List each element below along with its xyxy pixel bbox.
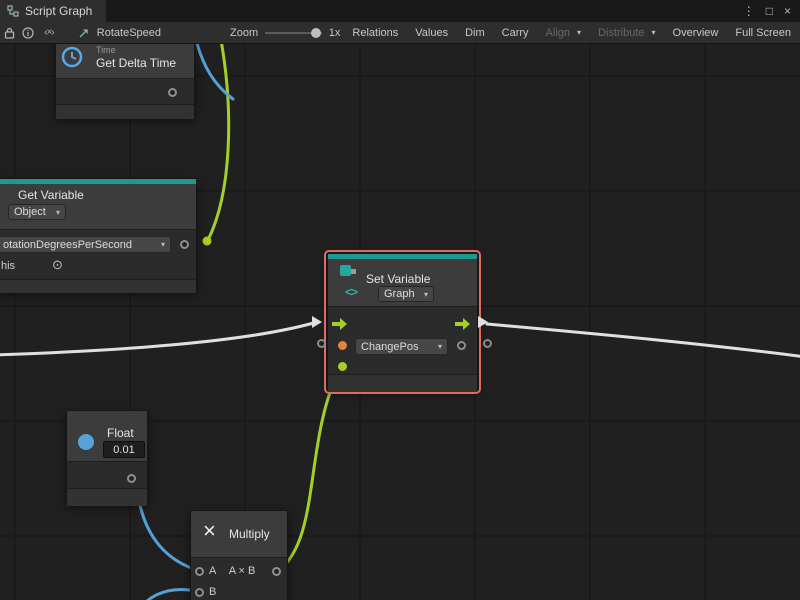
flow-out-connector[interactable] bbox=[478, 316, 488, 328]
zoom-label: Zoom bbox=[230, 27, 258, 39]
output-port[interactable] bbox=[168, 88, 177, 97]
graph-name-label: RotateSpeed bbox=[97, 27, 161, 39]
node-kicker: Time bbox=[96, 45, 116, 55]
fullscreen-button[interactable]: Full Screen bbox=[730, 22, 796, 43]
input-port-b[interactable] bbox=[195, 588, 204, 597]
dim-button[interactable]: Dim bbox=[460, 22, 490, 43]
align-button: Align ▾ bbox=[541, 22, 586, 43]
node-multiply[interactable]: × Multiply A A × B B bbox=[190, 510, 288, 600]
name-port[interactable] bbox=[180, 240, 189, 249]
variable-scope-dropdown[interactable]: Graph ▾ bbox=[378, 286, 434, 302]
maximize-icon[interactable]: □ bbox=[766, 4, 773, 18]
info-icon[interactable] bbox=[22, 27, 34, 39]
tab-script-graph[interactable]: Script Graph bbox=[0, 0, 106, 22]
unconnected-port-left[interactable] bbox=[317, 339, 326, 348]
unconnected-port-right[interactable] bbox=[483, 339, 492, 348]
node-title: Set Variable bbox=[366, 272, 430, 286]
input-b-label: B bbox=[209, 586, 216, 598]
wire-to-multiply-b[interactable] bbox=[146, 589, 195, 600]
node-title: Get Variable bbox=[18, 188, 84, 202]
variable-icon bbox=[339, 263, 359, 281]
connection-values-icon[interactable]: ‹×› bbox=[41, 27, 57, 38]
graph-asset-icon bbox=[78, 27, 90, 39]
input-a-label: A bbox=[209, 565, 216, 577]
node-get-delta-time[interactable]: Time Get Delta Time bbox=[55, 44, 195, 118]
wire-endpoint-green[interactable] bbox=[203, 237, 212, 246]
node-title: Get Delta Time bbox=[96, 56, 176, 70]
node-title: Float bbox=[107, 426, 134, 440]
zoom-value: 1x bbox=[329, 27, 341, 39]
flow-in-arrow-icon[interactable] bbox=[332, 318, 347, 330]
kebab-menu-icon[interactable]: ⋮ bbox=[743, 4, 755, 18]
zoom-slider-knob[interactable] bbox=[311, 28, 321, 38]
variable-name-dropdown[interactable]: ChangePos ▾ bbox=[355, 338, 448, 355]
node-title: Multiply bbox=[229, 527, 270, 541]
wire-flow-left[interactable] bbox=[0, 322, 317, 355]
window-tab-bar: Script Graph ⋮ □ × bbox=[0, 0, 800, 22]
value-output-port[interactable] bbox=[457, 341, 466, 350]
code-angle-icon: <> bbox=[345, 285, 357, 299]
values-button[interactable]: Values bbox=[410, 22, 453, 43]
caret-down-icon: ▾ bbox=[56, 208, 60, 217]
caret-down-icon: ▾ bbox=[161, 240, 165, 249]
script-graph-icon bbox=[7, 5, 19, 17]
connected-value-port[interactable] bbox=[338, 362, 347, 371]
clock-icon bbox=[60, 45, 84, 69]
node-set-variable[interactable]: <> Set Variable Graph ▾ ChangePos ▾ bbox=[327, 253, 478, 391]
caret-down-icon: ▾ bbox=[652, 28, 656, 37]
caret-down-icon: ▾ bbox=[424, 290, 428, 299]
tab-title: Script Graph bbox=[25, 4, 92, 18]
caret-down-icon: ▾ bbox=[577, 28, 581, 37]
close-icon[interactable]: × bbox=[784, 4, 791, 18]
flow-in-connector[interactable] bbox=[312, 316, 322, 328]
input-port-a[interactable] bbox=[195, 567, 204, 576]
graph-canvas[interactable]: Time Get Delta Time Get Variable Object … bbox=[0, 44, 800, 600]
output-port[interactable] bbox=[272, 567, 281, 576]
variable-scope-dropdown[interactable]: Object ▾ bbox=[8, 204, 66, 220]
variable-name-dropdown[interactable]: otationDegreesPerSecond ▾ bbox=[0, 236, 171, 253]
self-target-icon[interactable]: ⊙ bbox=[52, 257, 63, 273]
this-label: his bbox=[1, 260, 15, 272]
overview-button[interactable]: Overview bbox=[668, 22, 724, 43]
node-float[interactable]: Float 0.01 bbox=[66, 410, 148, 505]
result-label: A × B bbox=[221, 565, 263, 577]
graph-toolbar: ‹×› RotateSpeed Zoom 1x Relations Values… bbox=[0, 22, 800, 44]
relations-button[interactable]: Relations bbox=[347, 22, 403, 43]
caret-down-icon: ▾ bbox=[438, 342, 442, 351]
output-port[interactable] bbox=[127, 474, 136, 483]
wire-flow-right[interactable] bbox=[487, 324, 800, 357]
distribute-button: Distribute ▾ bbox=[593, 22, 660, 43]
value-input-port[interactable] bbox=[338, 341, 347, 350]
carry-button[interactable]: Carry bbox=[497, 22, 534, 43]
float-icon bbox=[78, 434, 94, 450]
float-value-input[interactable]: 0.01 bbox=[103, 441, 145, 458]
lock-icon[interactable] bbox=[4, 27, 15, 39]
zoom-slider[interactable] bbox=[265, 32, 322, 34]
flow-out-arrow-icon[interactable] bbox=[455, 318, 470, 330]
node-get-variable[interactable]: Get Variable Object ▾ otationDegreesPerS… bbox=[0, 178, 197, 292]
multiply-icon: × bbox=[203, 520, 216, 542]
